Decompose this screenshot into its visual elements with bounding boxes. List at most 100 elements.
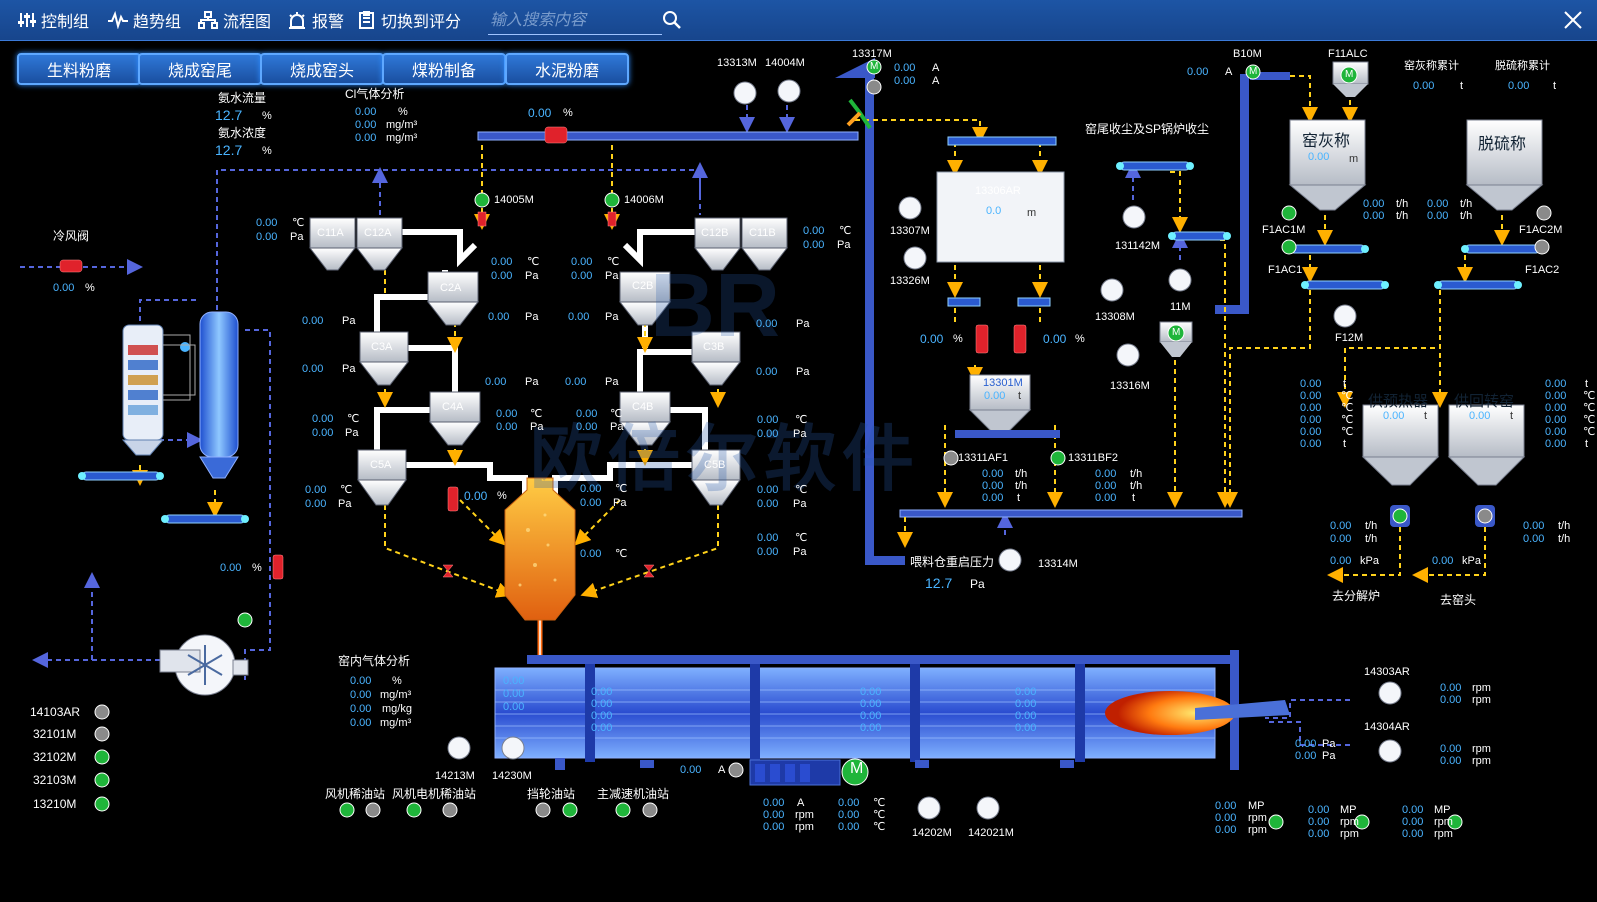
rotor-right-value-1: 0.00 [1523,520,1545,532]
drive-unit-3: rpm [795,821,814,833]
bin-valve-right-value: 0.00 [1043,332,1067,346]
c2a-temp-value: 0.00 [491,256,513,268]
kiln-supply-right-1: 0.00 [1545,378,1567,390]
fan-13314m-label: 13314M [1038,558,1078,570]
rotor-right-unit-1: t/h [1558,520,1571,532]
kiln-zone1-value-1: 0.00 [591,686,613,698]
motor-13317-unit-2: A [932,75,940,87]
c1a-pressure-value: 0.00 [256,231,278,243]
ash-flow-unit-2: t/h [1396,210,1409,222]
drive-temp-3: 0.00 [838,821,860,833]
c4b-right-pressure-unit: Pa [793,428,807,440]
riser-pressure-unit: Pa [793,546,807,558]
cyclone-c3a-label: C3A [371,341,393,353]
kiln-head-pressure-kpa: 0.00 [1432,555,1454,567]
riser-temp-unit: ℃ [795,532,808,544]
search-icon[interactable] [662,10,682,30]
c4a-temp: 0.00 [496,408,518,420]
c4b-upper-value: 0.00 [565,376,587,388]
hierarchy-icon [198,11,218,29]
kiln-gas-unit-3: mg/kg [382,703,412,715]
burner-pressure-2: 0.00 [1295,750,1317,762]
kiln-supply-right-unit-5: ℃ [1583,426,1596,438]
ash-scale-acc-unit: t [1460,80,1464,92]
c2a-low-unit: Pa [525,311,539,323]
ash-scale-value: 0.00 [1308,151,1330,163]
motor-14103ar-label: 14103AR [30,705,81,719]
cyclone-c4b-label: C4B [632,401,654,413]
c2b-temp-unit: ℃ [607,256,620,268]
af1-unit-2: t/h [1015,480,1028,492]
top-valve-value: 0.00 [528,106,552,120]
cyclone-c11a-label: C11A [317,227,344,239]
motor-32102m-label: 32102M [33,750,77,764]
c1a-temp-value: 0.00 [256,217,278,229]
c2b-temp-value: 0.00 [571,256,593,268]
c2a-pressure-unit: Pa [525,270,539,282]
motor-b10-icon[interactable]: M [1249,66,1257,78]
preheater-left-3: 0.00 [1300,402,1322,414]
oil-station-motor-label: 风机电机稀油站 [392,787,477,801]
fan-f12m-label: F12M [1335,332,1364,344]
riser-temp: 0.00 [757,532,779,544]
flowchart-label: 流程图 [223,14,272,31]
ammonia-conc-value: 12.7 [215,142,243,158]
kiln-main-motor-icon[interactable]: M [850,761,863,777]
fan-14303ar-label: 14303AR [1364,666,1410,678]
ash-scale-title: 窑灰称 [1302,133,1351,150]
pump2-value-1: 0.00 [1308,804,1330,816]
motor-11m-icon[interactable]: M [1172,327,1180,339]
feed-pressure-unit: Pa [970,577,985,591]
flowchart-button[interactable]: 流程图 [198,8,271,32]
burner-pressure-unit-2: Pa [1322,750,1336,762]
alarm-button[interactable]: 报警 [287,8,344,32]
fan-14304-rpm-unit-2: rpm [1472,755,1491,767]
motor-f11alc-icon[interactable]: M [1345,69,1353,81]
cl-gas-value-2: 0.00 [355,119,377,131]
bf2-value-2: 0.00 [1095,480,1117,492]
pump1-value-2: 0.00 [1215,812,1237,824]
pump1-unit-3: rpm [1248,824,1267,836]
oil-station-reducer-label: 主减速机油站 [597,787,670,801]
close-icon[interactable] [1563,10,1583,30]
search-input[interactable] [488,8,662,35]
fan-13307m-label: 13307M [890,225,930,237]
desulf-acc-unit: t [1553,80,1557,92]
ash-scale-acc-label: 窑灰称累计 [1404,60,1459,72]
desulf-acc-label: 脱硫称累计 [1495,60,1550,72]
cyclone-c11b-label: C11B [749,227,776,239]
kiln-zone3-value-3: 0.00 [1015,710,1037,722]
c4b-upper-unit: Pa [605,376,619,388]
kiln-supply-right-unit-4: ℃ [1583,414,1596,426]
preheater-left-1: 0.00 [1300,378,1322,390]
kiln-current-unit: A [718,764,726,776]
kiln-supply-right-unit-3: ℃ [1583,402,1596,414]
fan-13326m-label: 13326M [890,275,930,287]
cold-valve-unit: % [85,282,95,294]
fan-14004m-label: 14004M [765,57,805,69]
kiln-gas-unit-2: mg/m³ [380,689,412,701]
rotor-left-unit-1: t/h [1365,520,1378,532]
c2a-temp-unit: ℃ [527,256,540,268]
process-flow-diagram [20,58,1552,830]
preheater-left-6: 0.00 [1300,438,1322,450]
motor-13317-icon[interactable]: M [870,61,878,73]
trend-group-button[interactable]: 趋势组 [108,8,181,32]
fan-14213m-label: 14213M [435,770,475,782]
c4a-left-pressure-unit: Pa [345,427,359,439]
control-group-button[interactable]: 控制组 [18,8,89,32]
b10m-current-unit: A [1225,66,1233,78]
switch-to-score-button[interactable]: 切换到评分 [358,8,461,32]
kiln-zone2-value-4: 0.00 [860,722,882,734]
fan-142021m-label: 142021M [968,827,1014,839]
alarm-label: 报警 [312,14,345,31]
af1-unit-3: t [1017,492,1021,504]
kiln-supply-right-5: 0.00 [1545,426,1567,438]
kiln-gas-title: 窑内气体分析 [338,654,411,668]
pump2-unit-2: rpm [1340,816,1359,828]
motor-b10m-label: B10M [1233,48,1262,60]
desulf-flow-value-1: 0.00 [1427,198,1449,210]
kiln-inlet-value-2: 0.00 [503,688,525,700]
kiln-zone3-value-2: 0.00 [1015,698,1037,710]
kiln-zone2-value-2: 0.00 [860,698,882,710]
